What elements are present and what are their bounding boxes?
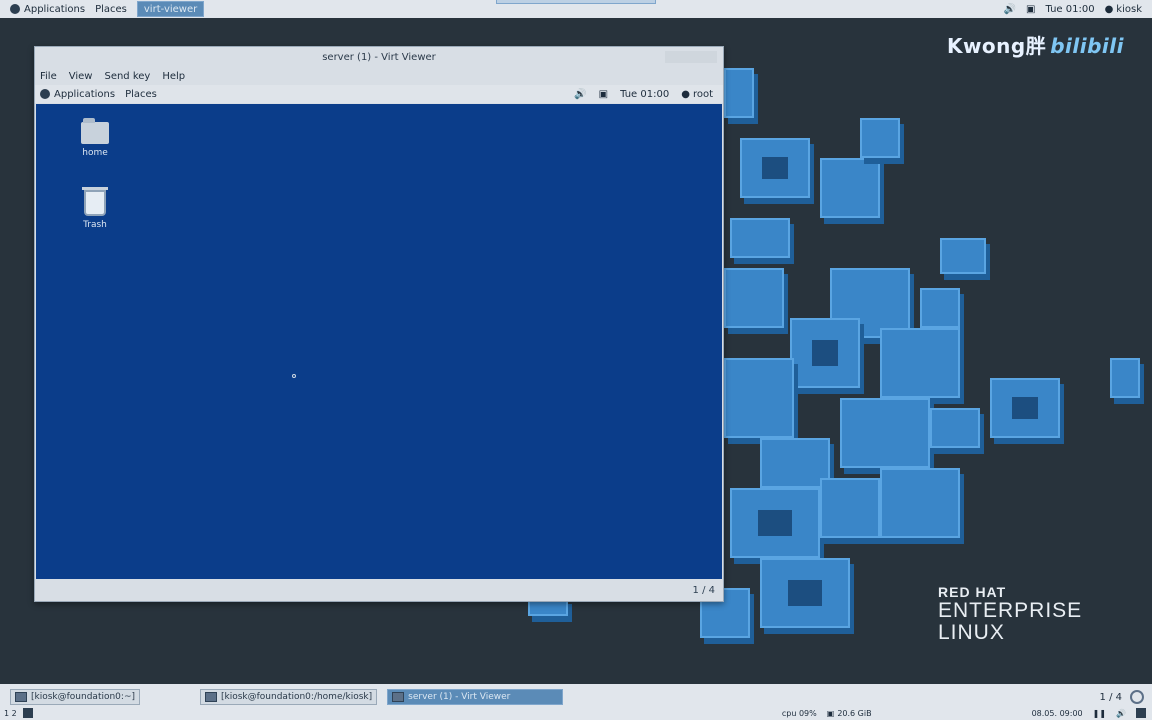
- taskbar-window-label: [kiosk@foundation0:/home/kiosk]: [221, 692, 373, 702]
- help-icon[interactable]: [1130, 690, 1144, 704]
- volume-icon[interactable]: 🔊: [1004, 4, 1016, 15]
- notification-icon[interactable]: [1136, 708, 1146, 718]
- desktop-icon-label: Trash: [83, 220, 107, 230]
- wallpaper-cube: [740, 138, 810, 198]
- mouse-cursor: [292, 374, 296, 378]
- wallpaper-cube: [724, 68, 754, 118]
- wallpaper-cube: [760, 558, 850, 628]
- active-app-label: virt-viewer: [143, 3, 198, 15]
- menu-help[interactable]: Help: [162, 71, 185, 82]
- wallpaper-cube: [990, 378, 1060, 438]
- workspace-indicator[interactable]: 1 / 4: [693, 585, 715, 596]
- wallpaper-cube: [724, 268, 784, 328]
- guest-applications-label: Applications: [54, 88, 116, 100]
- wallpaper-cube: [820, 478, 880, 538]
- guest-desktop[interactable]: home Trash: [36, 104, 722, 580]
- taskbar-window-virt-viewer[interactable]: server (1) - Virt Viewer: [387, 689, 564, 705]
- terminal-icon: [205, 692, 217, 702]
- places-menu[interactable]: Places: [95, 4, 127, 15]
- desktop-icon-home[interactable]: home: [65, 118, 125, 158]
- wallpaper-cube: [940, 238, 986, 274]
- gnome-foot-icon: [10, 4, 20, 14]
- wallpaper-cube: [840, 398, 930, 468]
- menu-view[interactable]: View: [69, 71, 93, 82]
- watermark-name: Kwong胖: [946, 34, 1047, 58]
- window-controls[interactable]: [665, 51, 717, 63]
- taskbar-window-label: server (1) - Virt Viewer: [408, 692, 511, 702]
- date-time: 08.05. 09:00: [1031, 708, 1083, 718]
- gnome-foot-icon: [40, 89, 50, 99]
- guest-places-menu[interactable]: Places: [125, 89, 157, 100]
- wallpaper-cube: [790, 318, 860, 388]
- monitor-icon: [392, 692, 405, 702]
- desktop-icon-label: home: [82, 148, 108, 158]
- desktop-icon-trash[interactable]: Trash: [65, 187, 125, 230]
- folder-icon: [81, 118, 109, 144]
- guest-user-name: root: [692, 88, 713, 100]
- menu-file[interactable]: File: [40, 71, 57, 82]
- virt-viewer-window: server (1) - Virt Viewer File View Send …: [34, 46, 724, 602]
- show-desktop-icon[interactable]: [22, 708, 33, 718]
- wallpaper-cube: [1110, 358, 1140, 398]
- user-menu[interactable]: ● kiosk: [1105, 4, 1142, 15]
- wallpaper-cube: [730, 488, 820, 558]
- user-icon: ●: [1104, 3, 1114, 15]
- workspace-switcher[interactable]: 1 2: [4, 709, 17, 718]
- applications-label: Applications: [24, 3, 86, 15]
- rhel-logo-line: ENTERPRISE: [938, 599, 1083, 622]
- volume-icon[interactable]: 🔊: [1116, 709, 1126, 718]
- network-icon[interactable]: ▣: [1026, 4, 1035, 15]
- taskbar-window-terminal[interactable]: [kiosk@foundation0:~]: [10, 689, 140, 705]
- wallpaper-cube: [930, 408, 980, 448]
- rhel-logo-line: LINUX: [938, 621, 1005, 644]
- applications-menu[interactable]: Applications: [10, 4, 85, 15]
- user-name: kiosk: [1116, 3, 1142, 15]
- disk-icon: ▣: [826, 708, 835, 718]
- guest-applications-menu[interactable]: Applications: [40, 89, 115, 100]
- wallpaper-cube: [920, 288, 960, 328]
- taskbar-window-terminal[interactable]: [kiosk@foundation0:/home/kiosk]: [200, 689, 378, 705]
- rhel-logo-line: RED HAT: [938, 584, 1007, 600]
- rhel-logo: RED HAT ENTERPRISE LINUX: [938, 584, 1082, 644]
- menu-send-key[interactable]: Send key: [104, 71, 150, 82]
- disk-usage: 20.6 GiB: [837, 708, 872, 718]
- places-label: Places: [95, 3, 127, 15]
- host-top-bar: Applications Places virt-viewer 🔊 ▣ Tue …: [0, 0, 1152, 18]
- workspace-indicator[interactable]: 1 / 4: [1100, 692, 1122, 703]
- clock[interactable]: Tue 01:00: [1045, 4, 1094, 15]
- wallpaper-cube: [724, 358, 794, 438]
- viewer-status-bar: 1 / 4: [35, 579, 723, 601]
- host-taskbar: [kiosk@foundation0:~] [kiosk@foundation0…: [0, 684, 1152, 720]
- window-titlebar[interactable]: server (1) - Virt Viewer: [35, 47, 723, 67]
- guest-network-icon[interactable]: ▣: [599, 89, 608, 100]
- guest-volume-icon[interactable]: 🔊: [574, 89, 586, 100]
- wallpaper-cube: [820, 158, 880, 218]
- hot-corner-tab: [496, 0, 656, 4]
- trash-icon: [82, 187, 108, 216]
- channel-watermark: Kwong胖 bilibili: [947, 30, 1124, 59]
- taskbar-window-label: [kiosk@foundation0:~]: [31, 692, 135, 702]
- cpu-monitor: cpu 09%: [781, 708, 817, 718]
- pause-icon[interactable]: ❚❚: [1093, 709, 1106, 718]
- wallpaper-cube: [730, 218, 790, 258]
- wallpaper-cube: [880, 468, 960, 538]
- active-app-indicator[interactable]: virt-viewer: [136, 1, 205, 17]
- guest-user-menu[interactable]: ● root: [681, 89, 713, 100]
- watermark-brand: bilibili: [1050, 34, 1124, 58]
- terminal-icon: [15, 692, 27, 702]
- window-title: server (1) - Virt Viewer: [322, 51, 436, 63]
- wallpaper-cube: [860, 118, 900, 158]
- disk-monitor: ▣ 20.6 GiB: [827, 709, 872, 718]
- guest-top-bar: Applications Places 🔊 ▣ Tue 01:00 ● root: [35, 85, 723, 103]
- wallpaper-cube: [880, 328, 960, 398]
- user-icon: ●: [681, 88, 690, 100]
- menubar: File View Send key Help: [35, 67, 723, 85]
- guest-clock[interactable]: Tue 01:00: [620, 89, 669, 100]
